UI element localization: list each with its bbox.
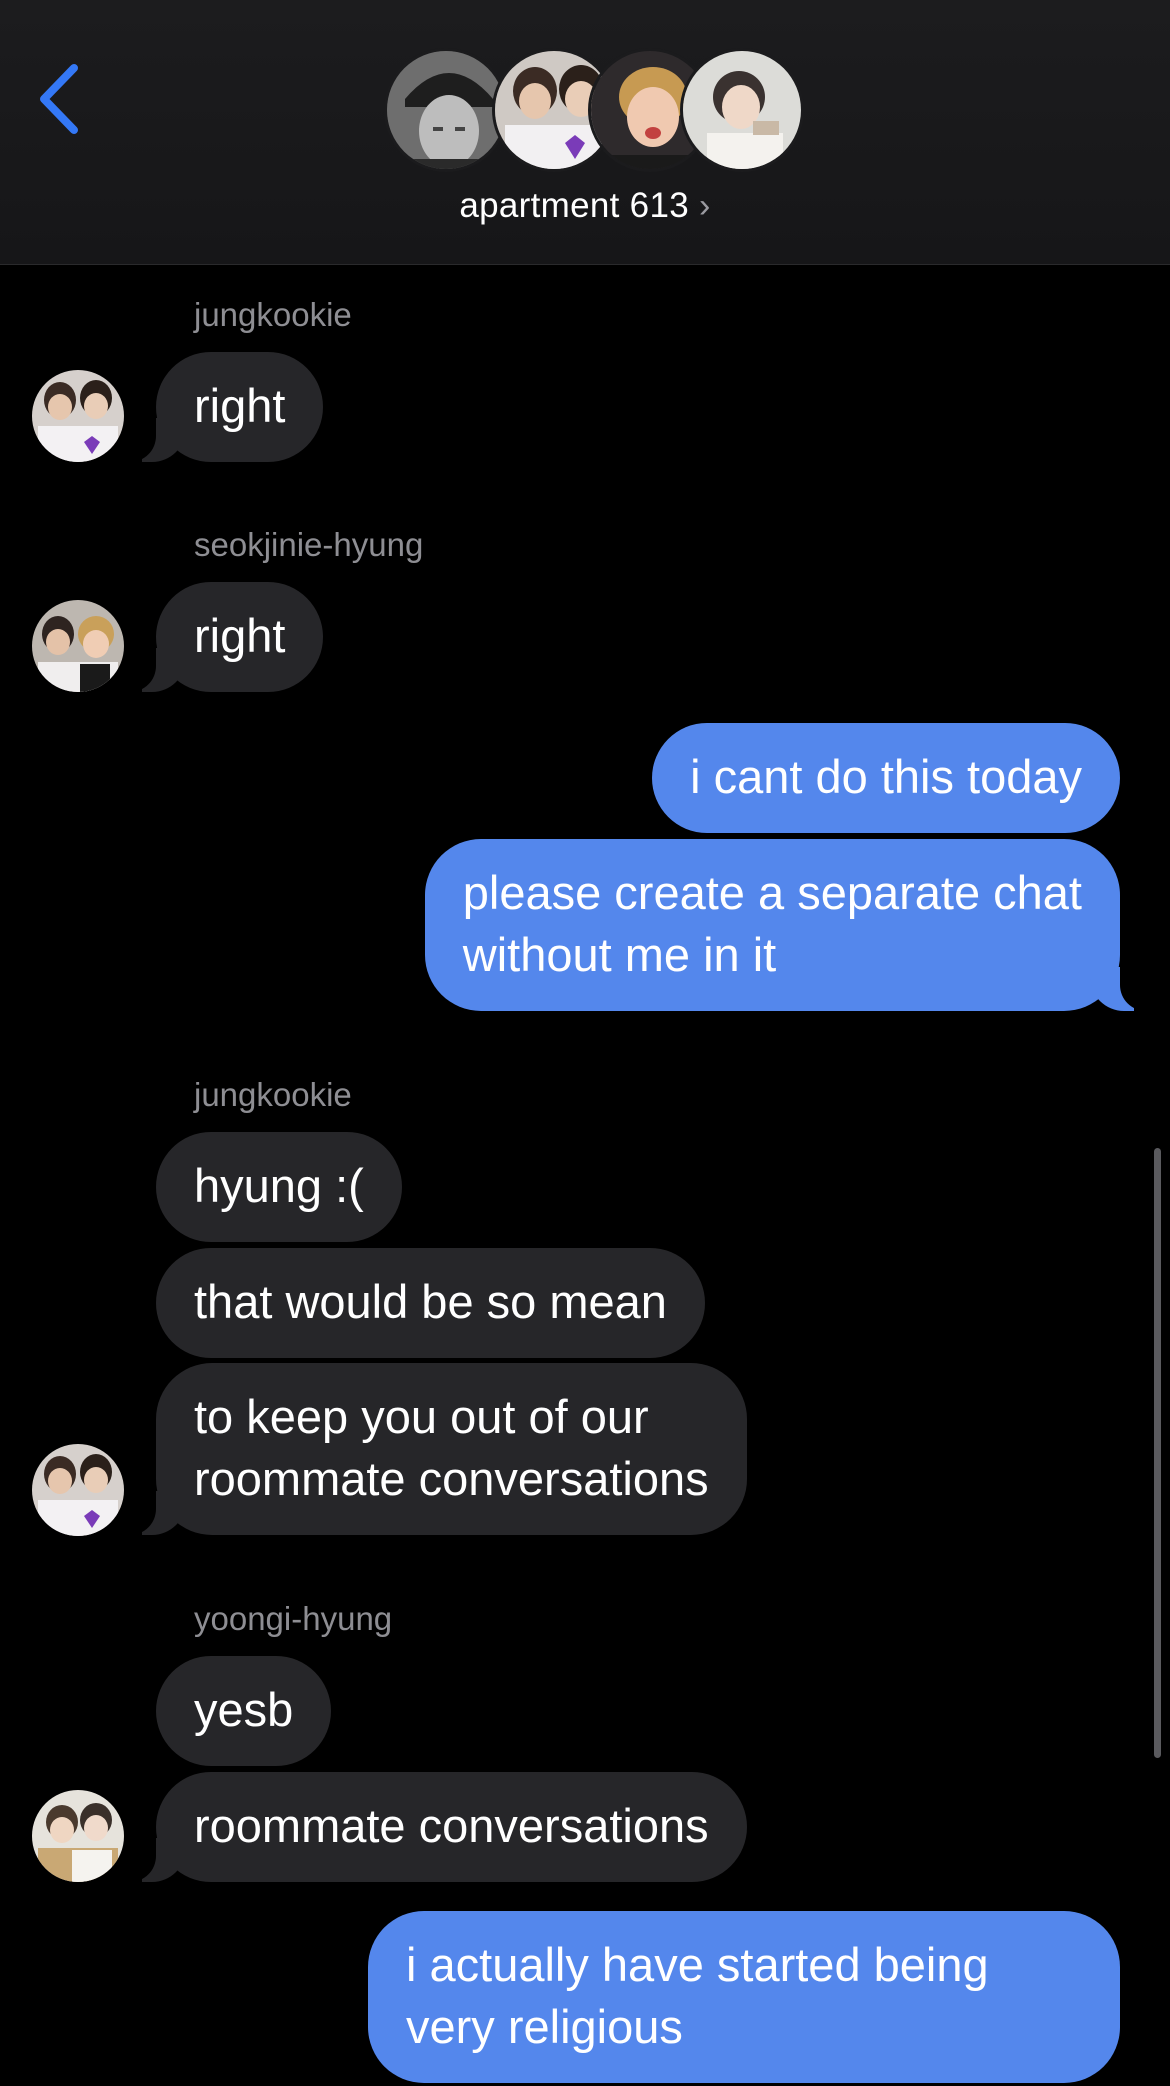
back-button[interactable] <box>34 60 94 138</box>
conversation-header: apartment 613 › <box>0 0 1170 265</box>
message-text: yesb <box>194 1683 294 1736</box>
group-title[interactable]: apartment 613 › <box>0 186 1170 226</box>
message-text: that would be so mean <box>194 1275 667 1328</box>
sender-name: yoongi-hyung <box>194 1600 393 1637</box>
message-text: i cant do this today <box>690 750 1082 803</box>
message-text-line: roommate conversations <box>194 1452 709 1505</box>
outgoing-message[interactable]: i actually have started being very relig… <box>368 1911 1120 2083</box>
message-text: roommate conversations <box>194 1799 709 1852</box>
group-avatars[interactable] <box>384 48 804 174</box>
outgoing-message[interactable]: i cant do this today <box>652 723 1120 833</box>
sender-name: jungkookie <box>194 296 352 333</box>
incoming-message[interactable]: yesb <box>156 1656 332 1766</box>
avatar[interactable] <box>32 1790 124 1882</box>
sender-name: jungkookie <box>194 1076 352 1113</box>
incoming-message[interactable]: hyung :( <box>156 1132 402 1242</box>
message-text-line: to keep you out of our <box>194 1390 649 1443</box>
avatar[interactable] <box>32 370 124 462</box>
message-text: right <box>194 379 286 432</box>
incoming-message[interactable]: that would be so mean <box>156 1248 705 1358</box>
message-list[interactable]: jungkookie right seokjinie-hyung right i… <box>0 264 1170 2086</box>
incoming-message[interactable]: to keep you out of our roommate conversa… <box>126 1363 747 1535</box>
message-text-line: please create a separate chat <box>462 866 1082 919</box>
chevron-left-icon <box>40 64 78 134</box>
incoming-message[interactable]: right <box>125 352 324 462</box>
avatar[interactable] <box>32 600 124 692</box>
message-text: hyung :( <box>194 1159 364 1212</box>
avatar[interactable] <box>32 1444 124 1536</box>
incoming-message[interactable]: right <box>125 582 324 692</box>
group-avatar-1 <box>384 48 508 172</box>
group-name: apartment 613 <box>459 186 689 225</box>
message-text-line: i actually have started being <box>406 1938 989 1991</box>
outgoing-message[interactable]: please create a separate chat without me… <box>424 839 1151 1011</box>
message-text: right <box>194 609 286 662</box>
chevron-right-icon: › <box>698 187 711 225</box>
group-avatar-4 <box>680 48 804 172</box>
message-text-line: very religious <box>406 2000 683 2053</box>
sender-name: seokjinie-hyung <box>194 526 424 563</box>
incoming-message[interactable]: roommate conversations <box>126 1772 747 1882</box>
message-text-line: without me in it <box>462 928 777 981</box>
scrollbar[interactable] <box>1154 1148 1161 1758</box>
